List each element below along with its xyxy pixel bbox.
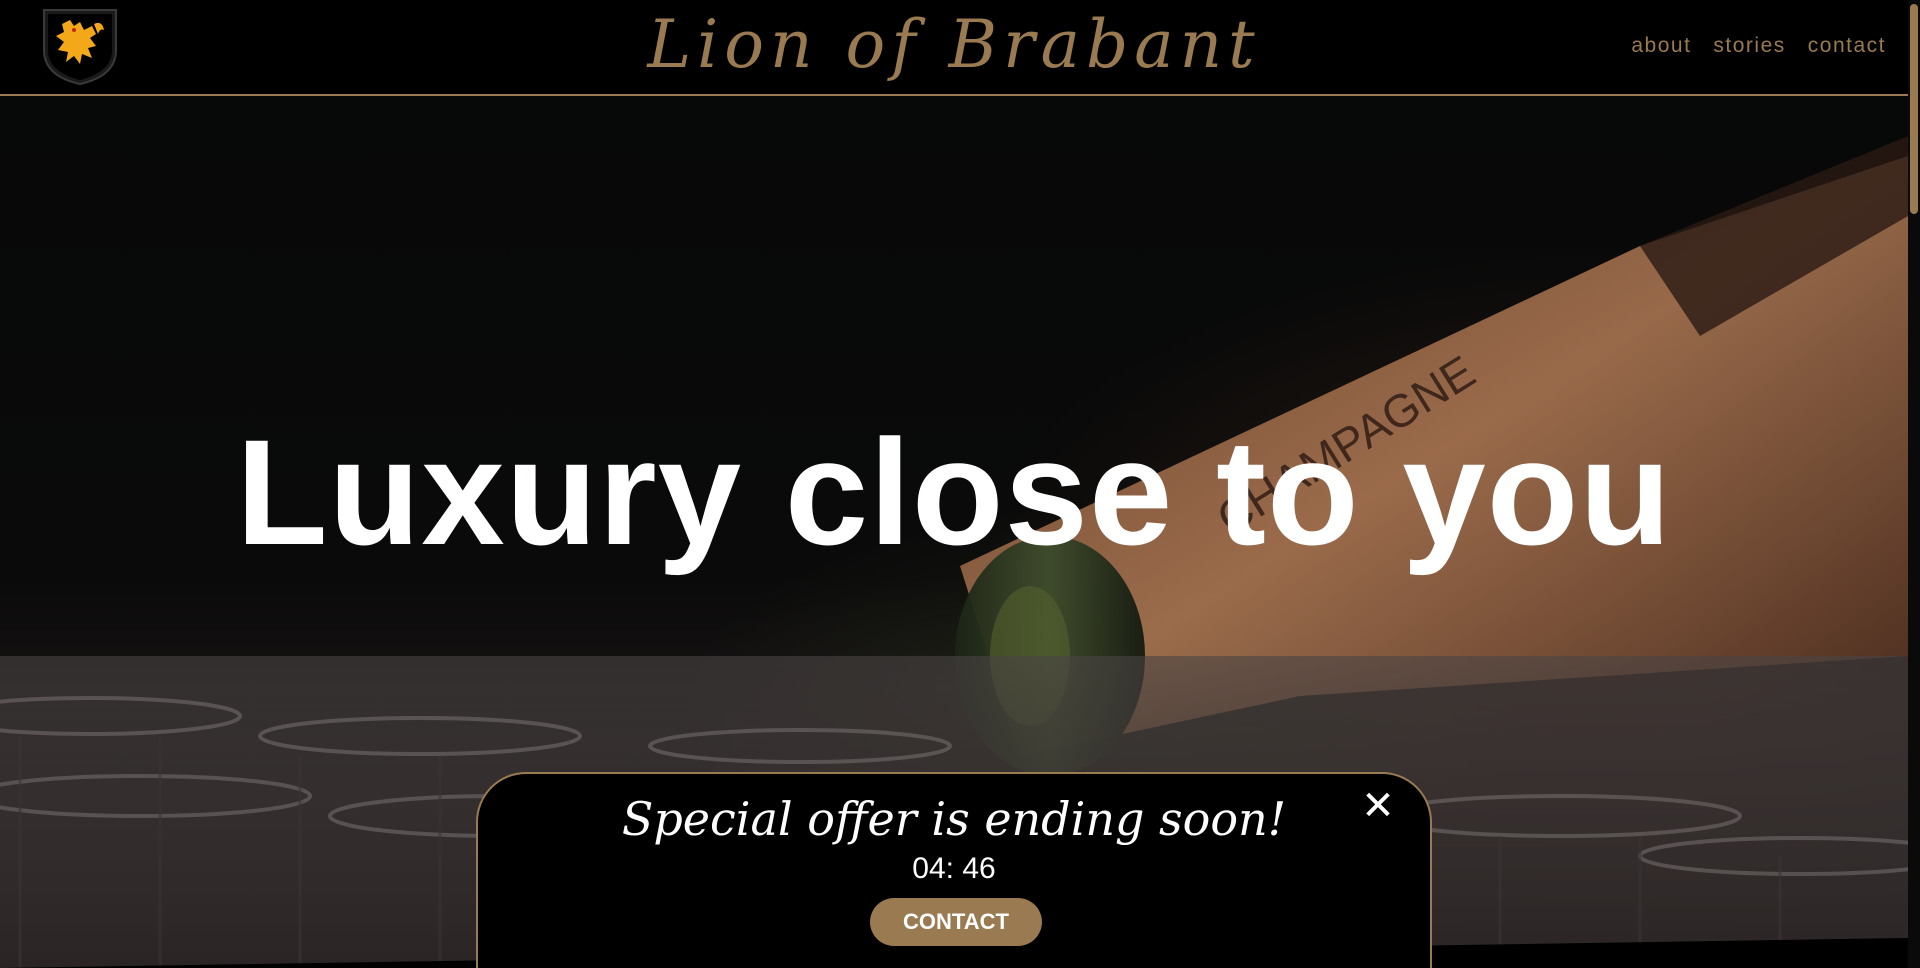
special-offer-popup: Special offer is ending soon! ✕ 04: 46 C… — [476, 772, 1432, 968]
nav-contact-link[interactable]: contact — [1808, 34, 1886, 58]
contact-button[interactable]: CONTACT — [870, 898, 1042, 946]
main-nav: about stories contact — [1631, 34, 1886, 58]
offer-title: Special offer is ending soon! — [621, 792, 1287, 846]
nav-stories-link[interactable]: stories — [1713, 34, 1785, 58]
brand-title[interactable]: Lion of Brabant — [0, 6, 1908, 83]
hero-title: Luxury close to you — [236, 408, 1672, 576]
page-scrollbar[interactable] — [1908, 0, 1920, 968]
scrollbar-thumb[interactable] — [1910, 4, 1918, 214]
site-header: Lion of Brabant about stories contact — [0, 0, 1908, 96]
offer-countdown-timer: 04: 46 — [912, 852, 996, 885]
nav-about-link[interactable]: about — [1631, 34, 1691, 58]
close-icon[interactable]: ✕ — [1360, 786, 1396, 826]
